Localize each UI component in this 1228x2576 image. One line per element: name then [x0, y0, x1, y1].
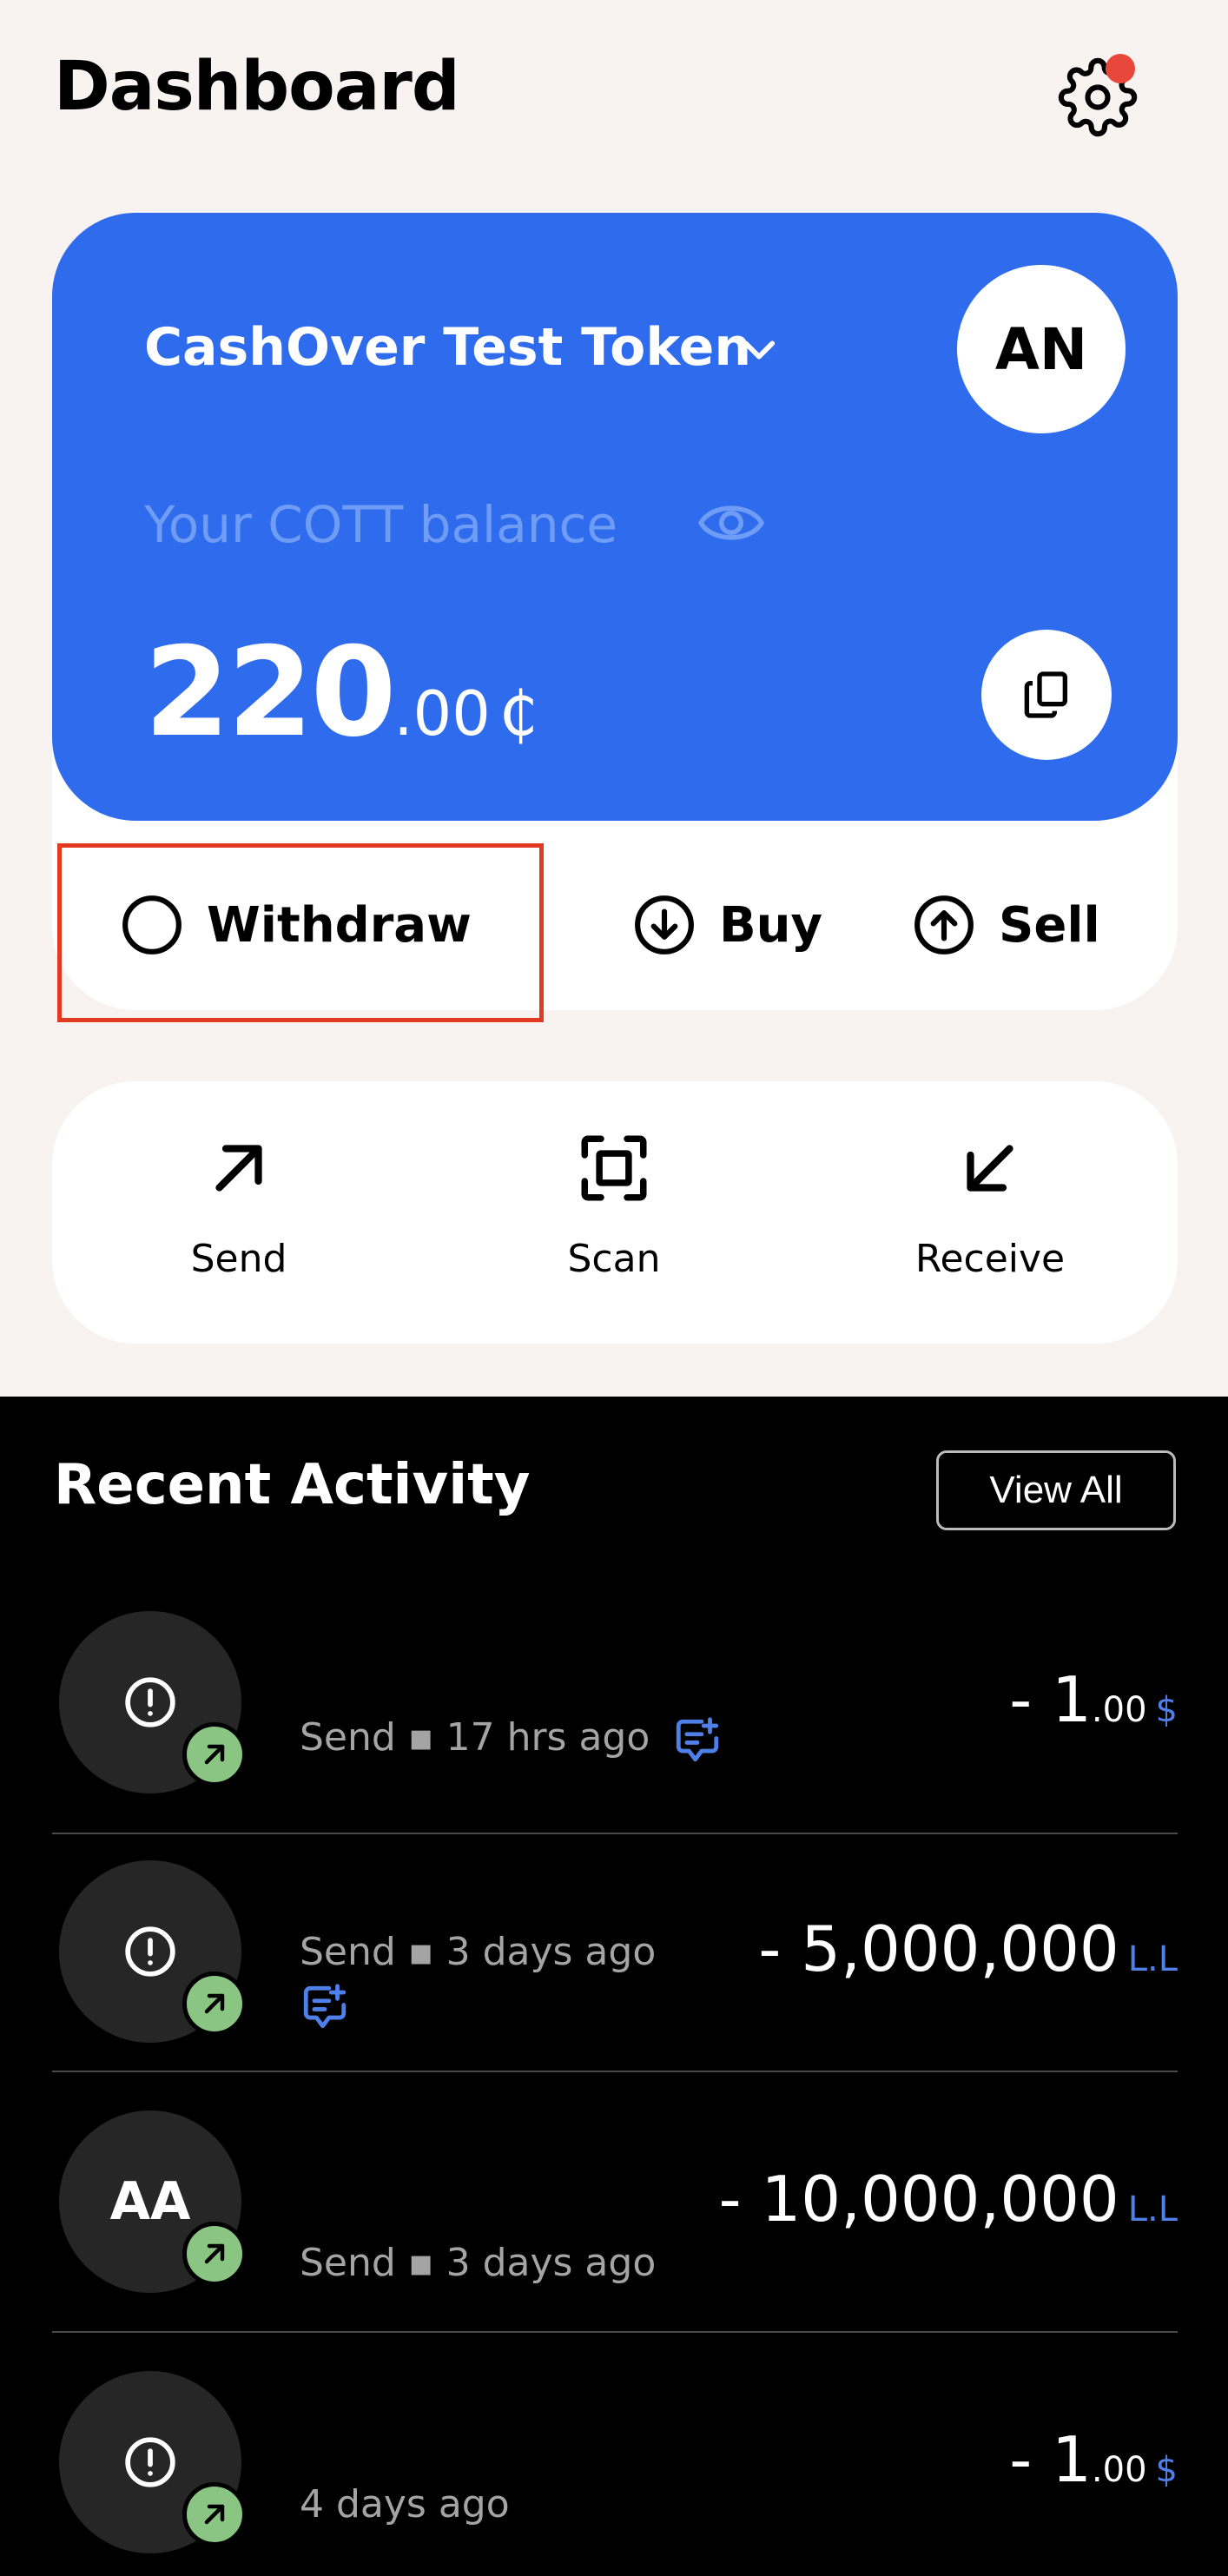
divider — [52, 2071, 1178, 2072]
receive-button[interactable]: Receive — [877, 1129, 1103, 1281]
amount-currency: L.L — [1127, 2190, 1178, 2229]
avatar[interactable]: AN — [957, 265, 1126, 433]
page-title: Dashboard — [54, 48, 460, 126]
arrow-up-circle-icon — [914, 895, 974, 954]
note-icon[interactable] — [300, 1982, 350, 2032]
receive-label: Receive — [914, 1237, 1066, 1281]
arrow-up-right-icon — [204, 2243, 225, 2264]
arrow-down-left-icon — [967, 1145, 1013, 1192]
activity-meta: Send ▪ 3 days ago — [300, 2241, 657, 2285]
send-badge — [182, 1722, 247, 1787]
balance-currency: ₵ — [498, 678, 538, 750]
highlight-box — [57, 843, 544, 1022]
divider — [52, 1833, 1178, 1834]
balance-amount: 220.00 ₵ — [144, 621, 538, 764]
sell-button[interactable]: Sell — [912, 877, 1100, 973]
list-item[interactable]: AA Send ▪ 3 days ago - 10,000,000 L.L — [52, 2110, 1178, 2319]
send-badge — [182, 2482, 247, 2546]
alert-circle-icon — [125, 1677, 175, 1727]
arrow-up-right-icon — [204, 2504, 225, 2525]
alert-circle-icon — [125, 2437, 175, 2487]
activity-amount: - 10,000,000 L.L — [719, 2163, 1178, 2236]
copy-button[interactable] — [981, 630, 1112, 760]
view-all-button[interactable]: View All — [936, 1450, 1176, 1530]
sell-label: Sell — [999, 896, 1100, 954]
amount-currency: $ — [1155, 1690, 1178, 1730]
balance-decimal: .00 — [393, 678, 491, 750]
arrow-up-right-icon — [215, 1145, 262, 1192]
amount-decimal: .00 — [1091, 1690, 1147, 1730]
balance-integer: 220 — [144, 621, 396, 764]
amount-integer: - 10,000,000 — [718, 2163, 1119, 2236]
scan-button[interactable]: Scan — [501, 1129, 727, 1281]
send-label: Send — [190, 1237, 287, 1281]
alert-circle-icon — [125, 1926, 175, 1977]
send-button[interactable]: Send — [126, 1129, 352, 1281]
arrow-down-circle-icon — [635, 895, 694, 954]
activity-meta: 4 days ago — [300, 2482, 510, 2526]
scan-icon — [581, 1135, 647, 1201]
divider — [52, 2331, 1178, 2333]
amount-decimal: .00 — [1091, 2450, 1147, 2490]
activity-amount: - 1.00 $ — [1009, 2423, 1178, 2496]
copy-icon — [1024, 671, 1067, 718]
amount-currency: L.L — [1127, 1939, 1178, 1979]
scan-label: Scan — [567, 1237, 661, 1281]
amount-currency: $ — [1155, 2450, 1178, 2490]
buy-label: Buy — [719, 896, 823, 954]
eye-icon[interactable] — [697, 497, 766, 549]
recent-activity-title: Recent Activity — [54, 1453, 531, 1517]
list-item[interactable]: Send ▪ 3 days ago - 5,000,000 L.L — [52, 1860, 1178, 2069]
chevron-down-icon[interactable] — [738, 334, 780, 367]
balance-label: Your COTT balance — [144, 495, 618, 554]
activity-amount: - 1.00 $ — [1009, 1663, 1178, 1736]
amount-integer: - 1 — [1009, 2423, 1092, 2496]
arrow-up-right-icon — [204, 1744, 225, 1765]
send-badge — [182, 2222, 247, 2286]
amount-integer: - 1 — [1009, 1663, 1092, 1736]
activity-meta: Send ▪ 17 hrs ago — [300, 1715, 650, 1760]
amount-integer: - 5,000,000 — [758, 1912, 1119, 1985]
activity-meta: Send ▪ 3 days ago — [300, 1930, 657, 1974]
notification-dot — [1106, 54, 1135, 83]
list-item[interactable]: Send ▪ 17 hrs ago - 1.00 $ — [52, 1611, 1178, 1828]
send-badge — [182, 1972, 247, 2036]
activity-amount: - 5,000,000 L.L — [758, 1912, 1178, 1985]
list-item[interactable]: 4 days ago - 1.00 $ — [52, 2371, 1178, 2576]
buy-button[interactable]: Buy — [632, 877, 822, 973]
note-icon[interactable] — [672, 1715, 723, 1766]
arrow-up-right-icon — [204, 1993, 225, 2014]
token-selector[interactable]: CashOver Test Token — [144, 317, 751, 378]
